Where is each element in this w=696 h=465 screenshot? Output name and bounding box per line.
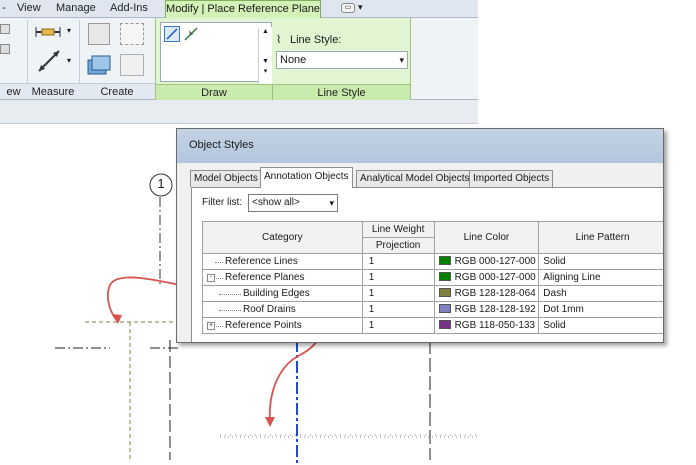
measure-line-icon[interactable] [36,48,62,74]
ribbon-panels: ew ▾ ▾ Measure Create ▲ ▼ ▾ ⌇ Line Style… [0,18,478,100]
tab-imported-objects[interactable]: Imported Objects [469,170,554,187]
filter-list-label: Filter list: [202,197,242,208]
object-styles-dialog: Object Styles Model Objects Annotation O… [176,128,664,343]
create-group-icon[interactable] [120,54,144,76]
object-styles-table: Category Line Weight Line Color Line Pat… [202,221,663,334]
line-color-cell[interactable]: RGB 118-050-133 [433,317,540,334]
pick-lines-icon[interactable] [183,26,199,42]
filter-list-select[interactable]: <show all> ▾ [248,194,338,212]
line-pattern-cell[interactable]: Dot 1mm [538,301,663,318]
column-header-category[interactable]: Category [202,221,363,254]
color-name: RGB 128-128-192 [454,304,536,315]
line-weight-cell[interactable]: 1 [361,269,435,286]
model-group-icon[interactable] [120,23,144,45]
ribbon-minimize-icon[interactable]: ▭ [341,3,355,13]
line-pattern-cell[interactable]: Aligning Line [538,269,663,286]
tab-annotation-objects[interactable]: Annotation Objects [260,167,353,188]
line-color-cell[interactable]: RGB 128-128-064 [433,285,540,302]
line-color-cell[interactable]: RGB 128-128-192 [433,301,540,318]
line-style-icon: ⌇ [276,34,282,46]
category-cell[interactable]: + Reference Points [202,317,363,334]
color-name: RGB 118-050-133 [454,320,535,331]
category-name: Reference Points [225,320,302,331]
chevron-down-icon[interactable]: ▾ [358,2,363,13]
panel-title-view: ew [0,83,27,99]
component-icon[interactable] [88,23,110,45]
column-header-line-weight: Line Weight [361,221,435,238]
family-types-icon[interactable] [86,54,112,76]
category-cell[interactable]: - Reference Planes [202,269,363,286]
tab-add-ins[interactable]: Add-Ins [110,2,148,14]
panel-title-line-style: Line Style [272,84,410,100]
color-name: RGB 000-127-000 [454,256,536,267]
line-pattern-cell[interactable]: Dash [538,285,663,302]
dialog-title: Object Styles [177,129,663,163]
chevron-down-icon: ▾ [399,55,404,65]
column-header-line-color[interactable]: Line Color [433,221,540,254]
color-swatch [438,304,451,313]
chevron-down-icon[interactable]: ▾ [67,56,71,65]
draw-gallery-scrollbar[interactable]: ▲ ▼ ▾ [258,27,272,87]
draw-line-icon[interactable] [164,26,180,42]
category-name: Building Edges [243,288,310,299]
color-swatch [438,288,451,297]
table-row[interactable]: - Reference Planes 1 RGB 000-127-000 Alig… [202,269,663,286]
line-style-label: Line Style: [290,34,342,46]
panel-title-draw: Draw [156,84,272,100]
tab-manage[interactable]: Manage [56,2,96,14]
color-name: RGB 128-128-064 [454,288,536,299]
dialog-tab-content: Filter list: <show all> ▾ Category Line … [191,187,663,342]
category-name: Reference Lines [225,256,298,267]
tab-view[interactable]: View [17,2,41,14]
collapse-icon[interactable]: - [207,274,215,282]
draw-gallery[interactable]: ▲ ▼ ▾ [160,22,272,87]
options-bar [0,100,478,124]
line-weight-cell[interactable]: 1 [361,301,435,318]
line-style-value: None [280,54,307,66]
tab-model-objects[interactable]: Model Objects [190,170,262,187]
table-row[interactable]: + Reference Points 1 RGB 118-050-133 Soli… [202,317,663,334]
tab-prev-edge[interactable]: - [2,2,6,14]
color-swatch [438,320,451,329]
table-row[interactable]: Roof Drains 1 RGB 128-128-192 Dot 1mm [202,301,663,318]
line-weight-cell[interactable]: 1 [361,285,435,302]
category-cell[interactable]: Reference Lines [202,253,363,270]
ribbon: - View Manage Add-Ins Modify | Place Ref… [0,0,478,125]
panel-title-create: Create [79,83,155,99]
table-row[interactable]: Reference Lines 1 RGB 000-127-000 Solid [202,253,663,270]
color-name: RGB 000-127-000 [454,272,536,283]
line-pattern-cell[interactable]: Solid [538,317,663,334]
tab-modify-place-reference-plane[interactable]: Modify | Place Reference Plane [165,0,321,19]
category-cell[interactable]: Roof Drains [202,301,363,318]
line-weight-cell[interactable]: 1 [361,253,435,270]
color-swatch [438,272,451,281]
small-tool-icon[interactable] [0,24,10,34]
line-style-select[interactable]: None ▾ [276,51,408,69]
column-header-projection[interactable]: Projection [361,237,435,254]
line-color-cell[interactable]: RGB 000-127-000 [433,253,540,270]
aligned-dimension-icon[interactable] [34,26,62,38]
filter-list-value: <show all> [252,197,300,208]
table-row[interactable]: Building Edges 1 RGB 128-128-064 Dash [202,285,663,302]
line-color-cell[interactable]: RGB 000-127-000 [433,269,540,286]
category-name: Roof Drains [243,304,296,315]
grid-bubble-label: 1 [157,176,165,191]
line-pattern-cell[interactable]: Solid [538,253,663,270]
context-panels: ▲ ▼ ▾ ⌇ Line Style: None ▾ Draw Line Sty… [155,18,411,100]
expand-icon[interactable]: + [207,322,215,330]
category-name: Reference Planes [225,272,305,283]
ribbon-tab-bar: - View Manage Add-Ins Modify | Place Ref… [0,0,478,19]
tab-analytical-model-objects[interactable]: Analytical Model Objects [356,170,474,187]
chevron-down-icon[interactable]: ▾ [67,26,71,35]
color-swatch [438,256,451,265]
chevron-down-icon: ▾ [329,198,334,208]
column-header-line-pattern[interactable]: Line Pattern [538,221,663,254]
panel-title-measure: Measure [27,83,79,99]
line-weight-cell[interactable]: 1 [361,317,435,334]
category-cell[interactable]: Building Edges [202,285,363,302]
small-tool-icon[interactable] [0,44,10,54]
